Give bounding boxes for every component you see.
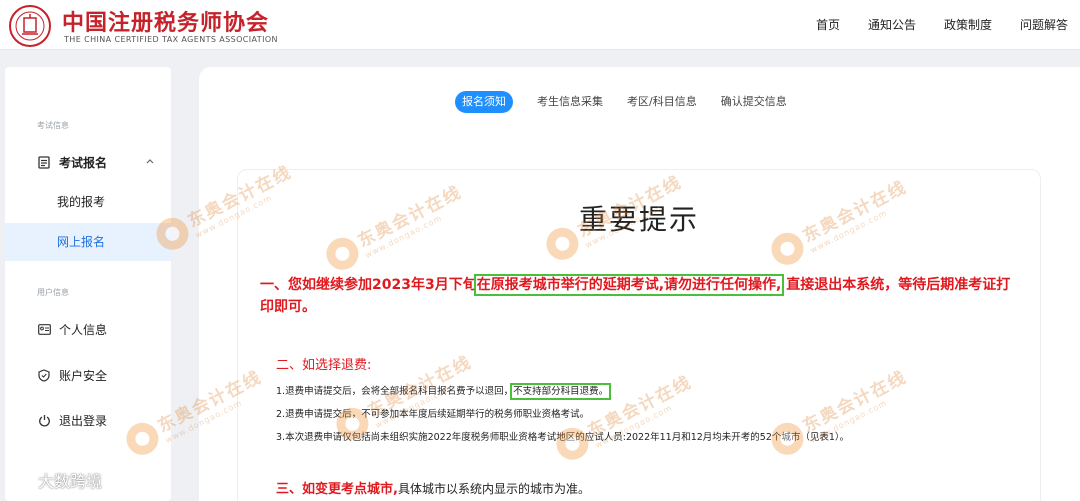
notice-title: 重要提示 (578, 203, 699, 236)
notice-paragraph-1: 一、您如继续参加2023年3月下旬在原报考城市举行的延期考试,请勿进行任何操作,… (260, 274, 1020, 318)
sidebar-item-logout[interactable]: 退出登录 (5, 401, 171, 439)
sidebar-subitem-my-registration[interactable]: 我的报考 (5, 183, 171, 221)
main-panel: 报名须知 考生信息采集 考区/科目信息 确认提交信息 重要提示 一、您如继续参加… (199, 67, 1080, 501)
sidebar-subitem-online-registration[interactable]: 网上报名 (5, 223, 171, 261)
sidebar-item-exam-registration[interactable]: 考试报名 (5, 143, 171, 181)
important-notice-card: 重要提示 一、您如继续参加2023年3月下旬在原报考城市举行的延期考试,请勿进行… (237, 169, 1041, 501)
nav-policies[interactable]: 政策制度 (944, 0, 992, 50)
sidebar-item-personal-info[interactable]: 个人信息 (5, 310, 171, 348)
org-name-en: THE CHINA CERTIFIED TAX AGENTS ASSOCIATI… (64, 35, 278, 44)
registration-steps-tabs: 报名须知 考生信息采集 考区/科目信息 确认提交信息 (455, 91, 811, 113)
nav-home[interactable]: 首页 (816, 0, 840, 50)
notice-section-refund: 二、如选择退费: (276, 358, 372, 373)
sidebar-item-account-security[interactable]: 账户安全 (5, 356, 171, 394)
association-seal-logo[interactable] (8, 4, 52, 48)
sidebar-item-label: 个人信息 (59, 322, 108, 337)
top-header: 中国注册税务师协会 THE CHINA CERTIFIED TAX AGENTS… (0, 0, 1080, 50)
highlighted-text-box: 在原报考城市举行的延期考试,请勿进行任何操作, (473, 274, 785, 296)
tab-confirm-submit[interactable]: 确认提交信息 (721, 91, 787, 113)
refund-details: 1.退费申请提交后，会将全部报名科目报名费予以退回，不支持部分科目退费。 2.退… (276, 380, 849, 449)
refund-line-1-text: 1.退费申请提交后，会将全部报名科目报名费予以退回， (276, 386, 514, 397)
corner-watermark-text: 大数跨境 (38, 472, 103, 491)
tab-registration-notice[interactable]: 报名须知 (455, 91, 513, 113)
highlighted-text-box: 不支持部分科目退费。 (510, 383, 612, 400)
corner-watermark: 大数跨境 (8, 468, 102, 492)
sidebar-section-exam: 考试信息 (37, 121, 69, 130)
notice-section-change-city: 三、如变更考点城市,具体城市以系统内显示的城市为准。 (276, 478, 590, 497)
sidebar-item-label: 账户安全 (59, 368, 108, 383)
power-icon (37, 413, 51, 427)
top-nav: 首页 通知公告 政策制度 问题解答 (816, 0, 1080, 50)
section-3-text: 具体城市以系统内显示的城市为准。 (397, 482, 590, 496)
refund-line-2: 2.退费申请提交后，不可参加本年度后续延期举行的税务师职业资格考试。 (276, 409, 590, 420)
tab-exam-area-subjects[interactable]: 考区/科目信息 (627, 91, 697, 113)
section-3-title: 三、如变更考点城市, (276, 482, 398, 497)
sidebar-item-label: 退出登录 (59, 413, 108, 428)
chevron-up-icon[interactable] (145, 156, 155, 166)
tab-candidate-info[interactable]: 考生信息采集 (537, 91, 603, 113)
document-icon (37, 155, 51, 169)
notice-p1-pre: 一、您如继续参加2023年3月下旬 (260, 277, 477, 293)
sidebar: 考试信息 考试报名 我的报考 网上报名 用户信息 个人信息 账户安全 退出登录 (5, 67, 171, 501)
refund-line-3: 3.本次退费申请仅包括尚未组织实施2022年度税务师职业资格考试地区的应试人员:… (276, 432, 850, 443)
org-name-cn: 中国注册税务师协会 (62, 11, 270, 36)
sidebar-item-label: 考试报名 (59, 155, 108, 170)
shield-icon (37, 368, 51, 382)
nav-notices[interactable]: 通知公告 (868, 0, 916, 50)
refund-line-1: 1.退费申请提交后，会将全部报名科目报名费予以退回，不支持部分科目退费。 (276, 380, 849, 403)
id-card-icon (37, 322, 51, 336)
sidebar-section-user: 用户信息 (37, 288, 69, 297)
chat-bubble-icon (8, 471, 34, 488)
nav-faq[interactable]: 问题解答 (1020, 0, 1068, 50)
